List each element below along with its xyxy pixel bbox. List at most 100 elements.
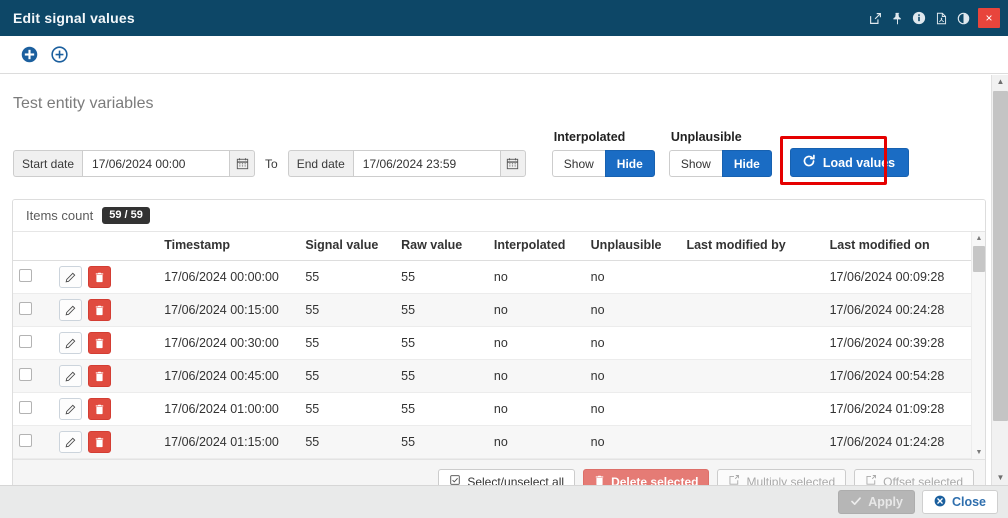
page-scroll-up-icon[interactable]: ▲ <box>992 75 1008 89</box>
page-scroll-down-icon[interactable]: ▼ <box>992 471 1008 485</box>
row-checkbox[interactable] <box>19 302 32 315</box>
row-checkbox[interactable] <box>19 269 32 282</box>
cell-raw-value: 55 <box>395 360 488 393</box>
interpolated-show-button[interactable]: Show <box>552 150 605 177</box>
table-row[interactable]: 17/06/2024 00:00:00 55 55 no no 17/06/20… <box>13 261 985 294</box>
row-actions-cell <box>53 294 158 327</box>
col-interpolated: Interpolated <box>488 232 585 261</box>
unplausible-show-button[interactable]: Show <box>669 150 722 177</box>
scroll-up-icon[interactable]: ▲ <box>972 232 986 245</box>
page-scrollbar-thumb[interactable] <box>993 91 1008 421</box>
close-window-button[interactable]: × <box>978 8 1000 28</box>
cell-timestamp: 17/06/2024 01:00:00 <box>158 393 299 426</box>
cell-interpolated: no <box>488 327 585 360</box>
window-title-bar: Edit signal values <box>0 0 1008 36</box>
end-date-input[interactable]: 17/06/2024 23:59 <box>353 150 500 177</box>
edit-row-button[interactable] <box>59 266 82 288</box>
dialog-footer: Apply Close <box>0 485 1008 518</box>
close-button[interactable]: Close <box>922 490 998 514</box>
table-scrollbar[interactable]: ▲ ▼ <box>971 232 985 459</box>
col-raw-value: Raw value <box>395 232 488 261</box>
add-outline-icon[interactable] <box>44 40 74 70</box>
end-date-calendar-icon[interactable] <box>500 150 526 177</box>
info-icon[interactable] <box>908 0 930 36</box>
start-date-input[interactable]: 17/06/2024 00:00 <box>82 150 229 177</box>
table-row[interactable]: 17/06/2024 00:30:00 55 55 no no 17/06/20… <box>13 327 985 360</box>
row-checkbox[interactable] <box>19 335 32 348</box>
pin-icon[interactable] <box>886 0 908 36</box>
items-count-row: Items count 59 / 59 <box>13 200 985 232</box>
row-actions-cell <box>53 327 158 360</box>
scroll-down-icon[interactable]: ▼ <box>972 446 986 459</box>
values-panel: Items count 59 / 59 Timestamp Signal val… <box>12 199 986 504</box>
end-date-group: End date 17/06/2024 23:59 <box>288 150 526 177</box>
table-row[interactable]: 17/06/2024 01:15:00 55 55 no no 17/06/20… <box>13 426 985 459</box>
add-filled-icon[interactable] <box>14 40 44 70</box>
items-count-label: Items count <box>26 208 93 223</box>
values-table-body: 17/06/2024 00:00:00 55 55 no no 17/06/20… <box>13 261 985 459</box>
cell-last-modified-on: 17/06/2024 00:24:28 <box>824 294 985 327</box>
interpolated-filter-label: Interpolated <box>552 130 655 144</box>
cell-last-modified-on: 17/06/2024 00:54:28 <box>824 360 985 393</box>
row-actions-cell <box>53 261 158 294</box>
unplausible-filter-label: Unplausible <box>669 130 772 144</box>
row-checkbox[interactable] <box>19 434 32 447</box>
window-title: Edit signal values <box>0 10 135 26</box>
interpolated-hide-button[interactable]: Hide <box>605 150 655 177</box>
values-table-wrapper: Timestamp Signal value Raw value Interpo… <box>13 232 985 459</box>
cell-interpolated: no <box>488 294 585 327</box>
row-actions-cell <box>53 426 158 459</box>
cell-signal-value: 55 <box>299 393 395 426</box>
table-row[interactable]: 17/06/2024 00:45:00 55 55 no no 17/06/20… <box>13 360 985 393</box>
start-date-label: Start date <box>13 150 82 177</box>
page-scrollbar[interactable]: ▲ ▼ <box>991 75 1008 485</box>
delete-row-button[interactable] <box>88 398 111 420</box>
edit-row-button[interactable] <box>59 332 82 354</box>
cell-unplausible: no <box>585 327 681 360</box>
unplausible-toggle-group: Show Hide <box>669 150 772 177</box>
edit-row-button[interactable] <box>59 431 82 453</box>
cell-last-modified-on: 17/06/2024 01:09:28 <box>824 393 985 426</box>
start-date-group: Start date 17/06/2024 00:00 <box>13 150 255 177</box>
unplausible-hide-button[interactable]: Hide <box>722 150 772 177</box>
delete-row-button[interactable] <box>88 365 111 387</box>
edit-row-button[interactable] <box>59 398 82 420</box>
cell-raw-value: 55 <box>395 327 488 360</box>
delete-row-button[interactable] <box>88 299 111 321</box>
cell-raw-value: 55 <box>395 261 488 294</box>
cell-timestamp: 17/06/2024 00:15:00 <box>158 294 299 327</box>
table-row[interactable]: 17/06/2024 00:15:00 55 55 no no 17/06/20… <box>13 294 985 327</box>
edit-row-button[interactable] <box>59 365 82 387</box>
cell-last-modified-on: 17/06/2024 00:09:28 <box>824 261 985 294</box>
row-select-cell <box>13 426 53 459</box>
table-scrollbar-thumb[interactable] <box>973 246 985 272</box>
end-date-label: End date <box>288 150 353 177</box>
values-table: Timestamp Signal value Raw value Interpo… <box>13 232 985 459</box>
table-row[interactable]: 17/06/2024 01:00:00 55 55 no no 17/06/20… <box>13 393 985 426</box>
row-checkbox[interactable] <box>19 368 32 381</box>
delete-row-button[interactable] <box>88 332 111 354</box>
contrast-icon[interactable] <box>952 0 974 36</box>
popout-icon[interactable] <box>864 0 886 36</box>
row-select-cell <box>13 327 53 360</box>
cell-timestamp: 17/06/2024 01:15:00 <box>158 426 299 459</box>
close-label: Close <box>952 495 986 509</box>
row-checkbox[interactable] <box>19 401 32 414</box>
delete-row-button[interactable] <box>88 266 111 288</box>
row-select-cell <box>13 294 53 327</box>
row-select-cell <box>13 360 53 393</box>
interpolated-toggle-group: Show Hide <box>552 150 655 177</box>
start-date-calendar-icon[interactable] <box>229 150 255 177</box>
interpolated-filter: Interpolated Show Hide <box>552 130 655 177</box>
delete-row-button[interactable] <box>88 431 111 453</box>
check-icon <box>850 495 862 510</box>
items-count-badge: 59 / 59 <box>102 207 150 225</box>
edit-row-button[interactable] <box>59 299 82 321</box>
pdf-icon[interactable] <box>930 0 952 36</box>
load-values-button[interactable]: Load values <box>790 148 909 177</box>
cell-raw-value: 55 <box>395 426 488 459</box>
col-unplausible: Unplausible <box>585 232 681 261</box>
cell-last-modified-on: 17/06/2024 00:39:28 <box>824 327 985 360</box>
apply-button[interactable]: Apply <box>838 490 915 514</box>
apply-label: Apply <box>868 495 903 509</box>
